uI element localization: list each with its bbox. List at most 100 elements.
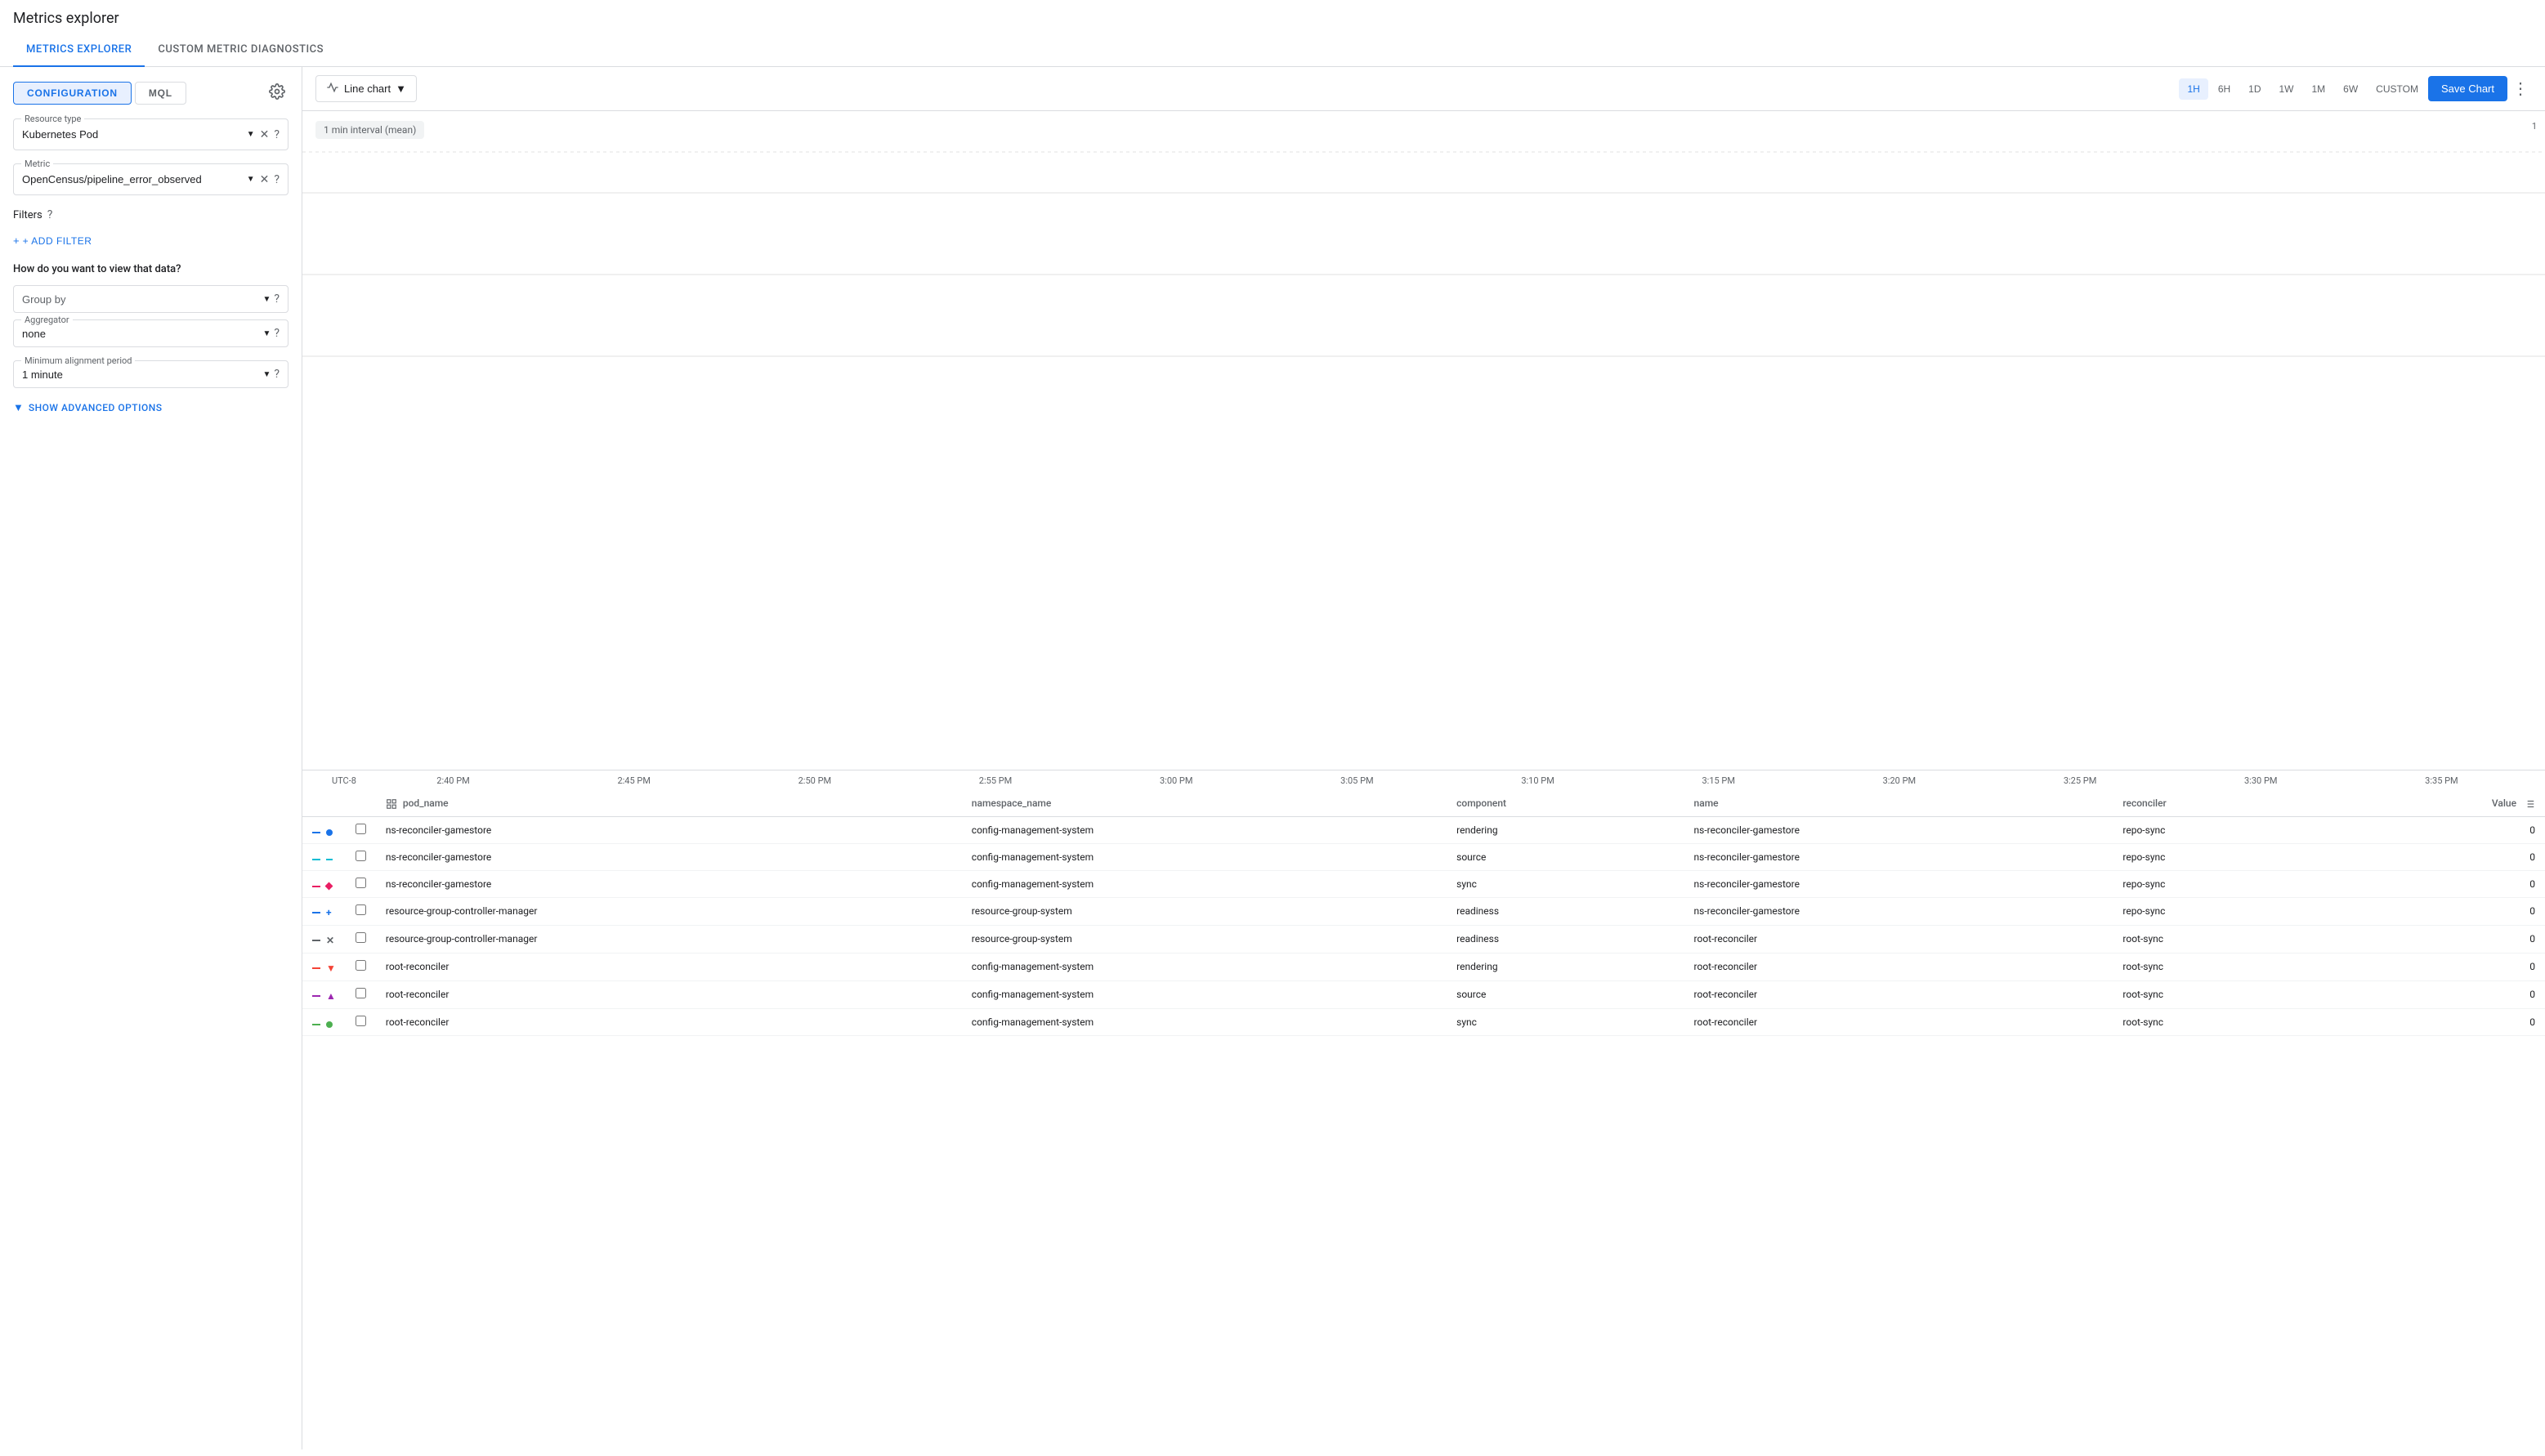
row-reconciler: root-sync [2113,980,2329,1008]
group-by-select[interactable]: Group by [22,293,259,306]
metric-select-row: OpenCensus/pipeline_error_observed ▼ ✕ ? [13,163,288,195]
row-checkbox-cell[interactable] [346,897,376,925]
chart-svg [302,111,2545,389]
time-btn-1d[interactable]: 1D [2240,78,2269,100]
columns-settings-icon[interactable] [2524,797,2535,809]
metric-clear-button[interactable]: ✕ [258,171,271,188]
col-header-color [302,791,346,816]
row-pod-name: root-reconciler [376,1008,962,1035]
chart-type-button[interactable]: Line chart ▼ [315,75,417,102]
row-checkbox[interactable] [356,932,366,943]
time-btn-6h[interactable]: 6H [2210,78,2239,100]
aggregator-help-icon[interactable]: ? [274,327,280,340]
row-checkbox[interactable] [356,960,366,971]
row-namespace: config-management-system [962,843,1447,870]
row-color-cell: + [302,897,346,925]
min-alignment-label: Minimum alignment period [21,355,135,366]
row-checkbox[interactable] [356,988,366,998]
row-pod-name: root-reconciler [376,953,962,980]
col-header-component[interactable]: component [1447,791,1684,816]
row-checkbox[interactable] [356,851,366,861]
table-row: + resource-group-controller-manager reso… [302,897,2545,925]
row-checkbox-cell[interactable] [346,870,376,897]
row-name: ns-reconciler-gamestore [1684,816,2113,843]
filters-help-icon[interactable]: ? [47,208,53,221]
row-checkbox[interactable] [356,878,366,888]
tab-configuration[interactable]: CONFIGURATION [13,82,132,105]
time-tick-10: 3:30 PM [2171,775,2351,786]
aggregator-label: Aggregator [21,315,73,325]
tab-mql[interactable]: MQL [135,82,186,105]
row-name: root-reconciler [1684,980,2113,1008]
time-btn-6w[interactable]: 6W [2335,78,2366,100]
time-btn-1h[interactable]: 1H [2179,78,2207,100]
row-name: ns-reconciler-gamestore [1684,897,2113,925]
time-btn-1w[interactable]: 1W [2271,78,2302,100]
metric-select[interactable]: OpenCensus/pipeline_error_observed [22,173,244,185]
metric-field: Metric OpenCensus/pipeline_error_observe… [13,163,288,195]
resource-type-clear-button[interactable]: ✕ [258,126,271,143]
row-color-cell: ▲ [302,980,346,1008]
time-tick-6: 3:10 PM [1447,775,1628,786]
row-checkbox-cell[interactable] [346,816,376,843]
row-value: 0 [2329,980,2545,1008]
save-chart-button[interactable]: Save Chart [2428,76,2507,101]
row-checkbox-cell[interactable] [346,980,376,1008]
row-checkbox-cell[interactable] [346,925,376,953]
show-advanced-options[interactable]: ▼ SHOW ADVANCED OPTIONS [13,401,288,414]
table-row: ns-reconciler-gamestore config-managemen… [302,870,2545,897]
row-component: rendering [1447,816,1684,843]
row-value: 0 [2329,925,2545,953]
col-header-name[interactable]: name [1684,791,2113,816]
group-by-help-icon[interactable]: ? [274,293,280,306]
resource-type-help-icon[interactable]: ? [274,128,280,141]
col-header-reconciler[interactable]: reconciler [2113,791,2329,816]
row-checkbox-cell[interactable] [346,1008,376,1035]
row-component: source [1447,843,1684,870]
table-row: ▼ root-reconciler config-management-syst… [302,953,2545,980]
row-checkbox-cell[interactable] [346,953,376,980]
more-options-button[interactable]: ⋮ [2509,75,2532,102]
row-color-cell: ✕ [302,925,346,953]
time-axis: UTC-8 2:40 PM 2:45 PM 2:50 PM 2:55 PM 3:… [302,770,2545,791]
time-btn-custom[interactable]: CUSTOM [2368,78,2426,100]
chart-y-label: 1 [2532,121,2537,132]
row-namespace: config-management-system [962,980,1447,1008]
row-checkbox[interactable] [356,1016,366,1026]
resource-type-select[interactable]: Kubernetes Pod [22,128,244,141]
chevron-down-advanced-icon: ▼ [13,401,24,414]
row-namespace: config-management-system [962,953,1447,980]
col-header-checkbox [346,791,376,816]
panel-tabs: CONFIGURATION MQL [13,80,288,105]
table-row: ns-reconciler-gamestore config-managemen… [302,843,2545,870]
add-filter-button[interactable]: + + ADD FILTER [13,231,92,250]
resource-type-chevron-icon: ▼ [247,130,255,139]
aggregator-chevron-icon: ▼ [262,329,271,338]
pod-name-icon [386,797,400,809]
row-checkbox-cell[interactable] [346,843,376,870]
min-alignment-field: Minimum alignment period 1 minute ▼ ? [13,360,288,388]
time-tick-8: 3:20 PM [1809,775,1989,786]
row-value: 0 [2329,953,2545,980]
min-alignment-select[interactable]: 1 minute [22,368,259,381]
row-pod-name: resource-group-controller-manager [376,897,962,925]
min-alignment-help-icon[interactable]: ? [274,368,280,381]
row-checkbox[interactable] [356,904,366,915]
row-checkbox[interactable] [356,824,366,834]
row-value: 0 [2329,1008,2545,1035]
row-reconciler: root-sync [2113,1008,2329,1035]
col-header-pod-name[interactable]: pod_name [376,791,962,816]
metric-help-icon[interactable]: ? [274,173,280,186]
tab-metrics-explorer[interactable]: METRICS EXPLORER [13,33,145,67]
row-value: 0 [2329,870,2545,897]
time-tick-11: 3:35 PM [2351,775,2532,786]
tab-custom-metric-diagnostics[interactable]: CUSTOM METRIC DIAGNOSTICS [145,33,337,67]
col-header-value[interactable]: Value [2329,791,2545,816]
settings-button[interactable] [266,80,288,105]
table-body: ns-reconciler-gamestore config-managemen… [302,816,2545,1035]
aggregator-select[interactable]: none [22,328,259,340]
time-tick-4: 3:00 PM [1086,775,1267,786]
add-filter-label: + ADD FILTER [23,235,92,247]
col-header-namespace[interactable]: namespace_name [962,791,1447,816]
time-btn-1m[interactable]: 1M [2304,78,2334,100]
